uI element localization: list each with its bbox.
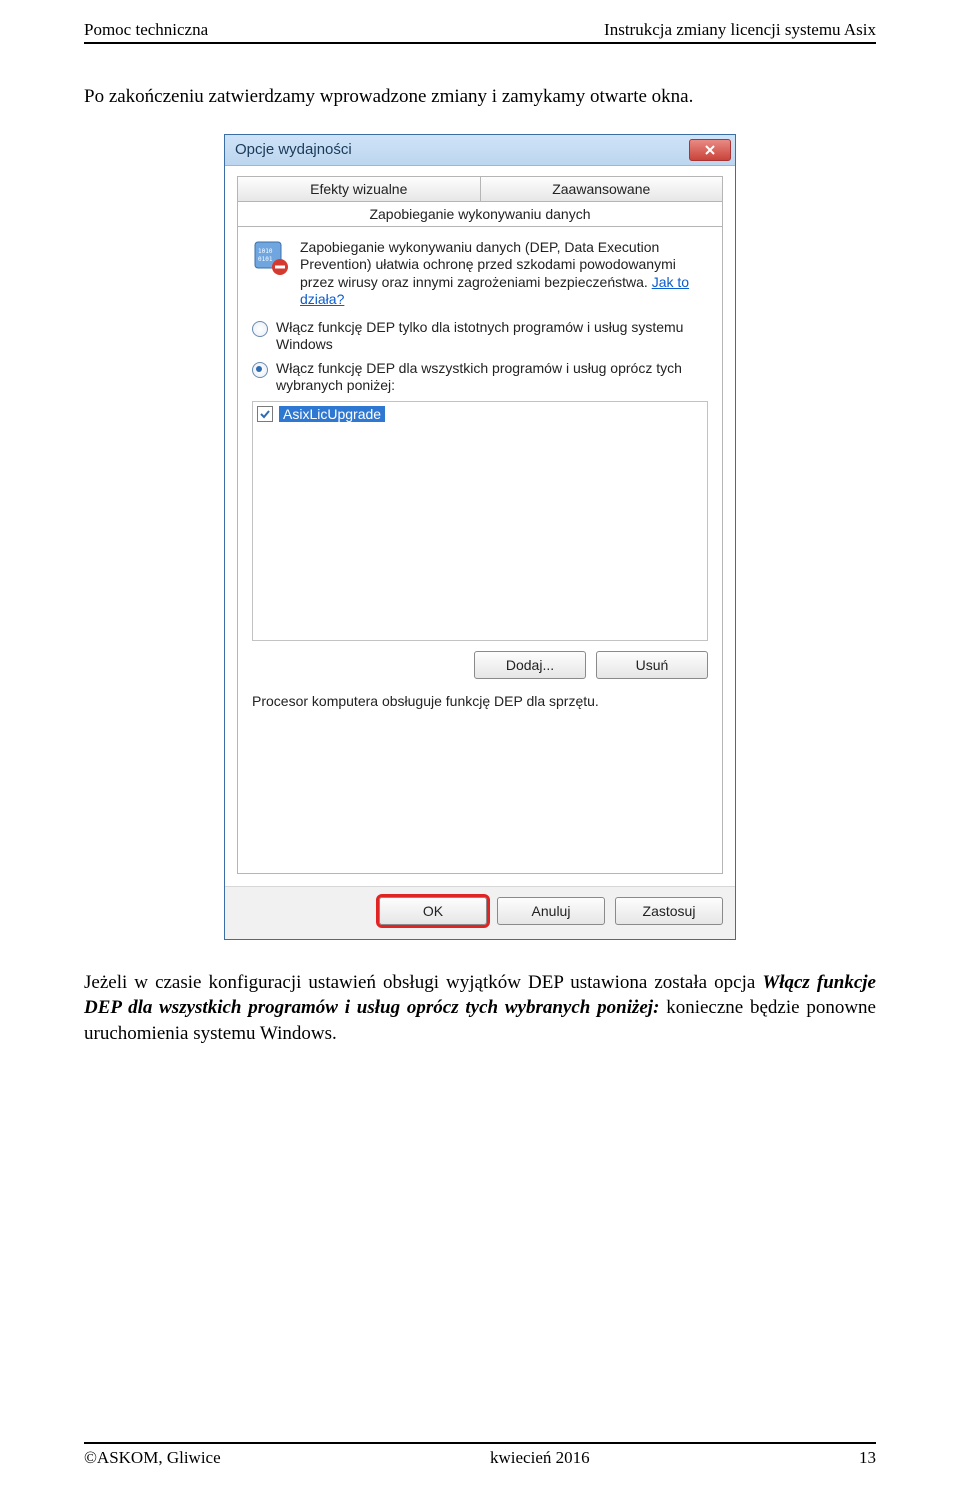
close-icon — [705, 145, 715, 155]
dep-exclusion-list[interactable]: AsixLicUpgrade — [252, 401, 708, 641]
header-right: Instrukcja zmiany licencji systemu Asix — [604, 20, 876, 40]
list-item[interactable]: AsixLicUpgrade — [257, 406, 703, 422]
apply-button[interactable]: Zastosuj — [615, 897, 723, 925]
check-icon — [260, 409, 270, 419]
dep-shield-icon: 1010 0101 — [252, 239, 290, 277]
footer-center: kwiecień 2016 — [490, 1448, 590, 1468]
ok-button[interactable]: OK — [379, 897, 487, 925]
checkbox-asixlicupgrade[interactable] — [257, 406, 273, 422]
close-button[interactable] — [689, 139, 731, 161]
tab-dep[interactable]: Zapobieganie wykonywaniu danych — [237, 202, 723, 227]
dep-tab-panel: 1010 0101 Zapobieganie wykonywaniu danyc… — [237, 227, 723, 874]
dep-hardware-note: Procesor komputera obsługuje funkcję DEP… — [252, 693, 708, 709]
outro-paragraph: Jeżeli w czasie konfiguracji ustawień ob… — [84, 970, 876, 1047]
outro-text-a: Jeżeli w czasie konfiguracji ustawień ob… — [84, 972, 762, 993]
performance-options-dialog: Opcje wydajności Efekty wizualne Zaawans… — [224, 134, 736, 940]
window-titlebar: Opcje wydajności — [225, 135, 735, 166]
radio-dep-all-except[interactable]: Włącz funkcję DEP dla wszystkich program… — [252, 360, 708, 395]
window-title: Opcje wydajności — [235, 141, 352, 158]
svg-text:0101: 0101 — [258, 256, 273, 263]
tab-visual-effects[interactable]: Efekty wizualne — [237, 176, 481, 202]
radio-dep-all-except-label: Włącz funkcję DEP dla wszystkich program… — [276, 360, 708, 395]
page-header: Pomoc techniczna Instrukcja zmiany licen… — [84, 20, 876, 44]
svg-text:1010: 1010 — [258, 248, 273, 255]
radio-dep-essential[interactable]: Włącz funkcję DEP tylko dla istotnych pr… — [252, 319, 708, 354]
footer-left: ©ASKOM, Gliwice — [84, 1448, 221, 1468]
remove-button[interactable]: Usuń — [596, 651, 708, 679]
cancel-button[interactable]: Anuluj — [497, 897, 605, 925]
list-item-label: AsixLicUpgrade — [279, 406, 385, 422]
add-button[interactable]: Dodaj... — [474, 651, 586, 679]
dialog-footer: OK Anuluj Zastosuj — [225, 886, 735, 939]
dep-description: Zapobieganie wykonywaniu danych (DEP, Da… — [300, 239, 708, 309]
radio-icon — [252, 362, 268, 378]
radio-icon — [252, 321, 268, 337]
header-left: Pomoc techniczna — [84, 20, 208, 40]
tab-advanced[interactable]: Zaawansowane — [481, 176, 724, 202]
intro-paragraph: Po zakończeniu zatwierdzamy wprowadzone … — [84, 84, 876, 110]
footer-right: 13 — [859, 1448, 876, 1468]
dep-description-text: Zapobieganie wykonywaniu danych (DEP, Da… — [300, 239, 676, 290]
page-footer: ©ASKOM, Gliwice kwiecień 2016 13 — [84, 1442, 876, 1468]
radio-dep-essential-label: Włącz funkcję DEP tylko dla istotnych pr… — [276, 319, 708, 354]
